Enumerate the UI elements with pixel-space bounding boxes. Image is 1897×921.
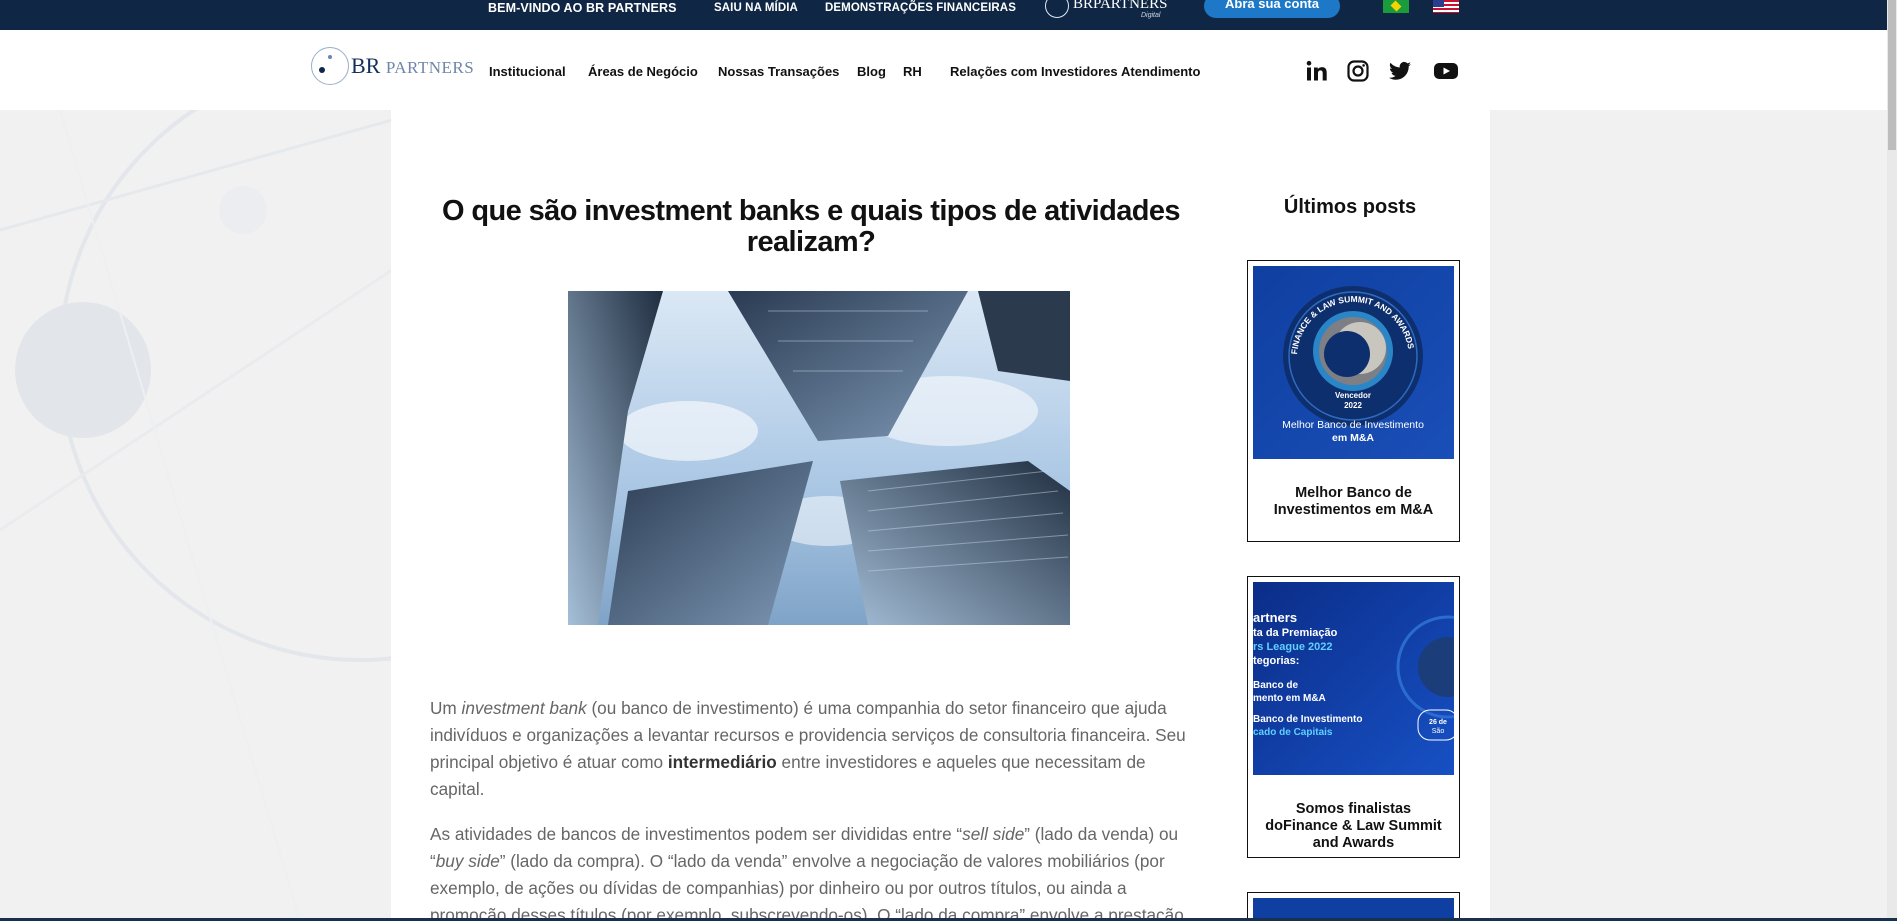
p1-bold-intermediario: intermediário bbox=[667, 752, 777, 772]
flag-brazil-icon[interactable] bbox=[1383, 0, 1409, 13]
logo-text-rest: PARTNERS bbox=[385, 58, 475, 77]
sidebar-post-card-3[interactable] bbox=[1247, 892, 1460, 921]
background-network-decoration bbox=[0, 110, 392, 921]
nav-atendimento[interactable]: Atendimento bbox=[1121, 64, 1200, 79]
logo-mark-icon bbox=[311, 47, 349, 85]
img2-line-2: rs League 2022 bbox=[1253, 641, 1333, 653]
p2-italic-buy-side: buy side bbox=[435, 851, 500, 871]
article-body: Um investment bank (ou banco de investim… bbox=[430, 695, 1200, 921]
logo-text: BR PARTNERS bbox=[351, 53, 474, 79]
digital-logo-sub: Digital bbox=[1141, 12, 1161, 19]
img2-line-1: ta da Premiação bbox=[1253, 627, 1338, 639]
p2-italic-sell-side: sell side bbox=[962, 824, 1025, 844]
sidebar-post-title-2[interactable]: Somos finalistas doFinance & Law Summit … bbox=[1258, 801, 1449, 852]
badge-winner-text: Vencedor bbox=[1335, 391, 1371, 400]
twitter-icon[interactable] bbox=[1388, 59, 1412, 83]
youtube-icon[interactable] bbox=[1433, 59, 1459, 83]
logo-text-main: BR bbox=[351, 53, 381, 78]
article-hero-image bbox=[568, 291, 1070, 625]
topbar-link-demonstracoes[interactable]: DEMONSTRAÇÕES FINANCEIRAS bbox=[825, 0, 1016, 16]
post-1-thumbnail[interactable]: FINANCE & LAW SUMMIT AND AWARDS Vencedor… bbox=[1253, 266, 1454, 459]
flag-usa-icon[interactable] bbox=[1433, 0, 1459, 13]
p2-text-a: As atividades de bancos de investimentos… bbox=[430, 824, 963, 844]
article-paragraph-2: As atividades de bancos de investimentos… bbox=[430, 821, 1200, 921]
article-title: O que são investment banks e quais tipos… bbox=[442, 195, 1181, 258]
nav-institucional[interactable]: Institucional bbox=[489, 64, 566, 79]
img2-line-9: São bbox=[1432, 728, 1445, 735]
sidebar-post-card-1[interactable]: FINANCE & LAW SUMMIT AND AWARDS Vencedor… bbox=[1247, 260, 1460, 542]
badge-year-text: 2022 bbox=[1344, 401, 1362, 410]
top-bar: BEM-VINDO AO BR PARTNERS SAIU NA MÍDIA D… bbox=[0, 0, 1897, 30]
digital-logo-mark bbox=[1045, 0, 1069, 18]
open-account-button[interactable]: Abra sua conta bbox=[1204, 0, 1340, 18]
img2-line-8: 26 de bbox=[1429, 719, 1447, 726]
main-header: BR PARTNERS Institucional Áreas de Negóc… bbox=[0, 30, 1897, 110]
br-partners-digital-logo[interactable]: BRPARTNERS Digital bbox=[1045, 0, 1175, 22]
instagram-icon[interactable] bbox=[1346, 59, 1370, 83]
welcome-text: BEM-VINDO AO BR PARTNERS bbox=[488, 1, 677, 15]
badge-line-2: em M&A bbox=[1332, 432, 1374, 444]
img2-line-3: tegorias: bbox=[1253, 655, 1299, 667]
nav-nossas-transacoes[interactable]: Nossas Transações bbox=[718, 64, 839, 79]
img2-line-7: cado de Capitais bbox=[1253, 727, 1333, 738]
article-paragraph-1: Um investment bank (ou banco de investim… bbox=[430, 695, 1200, 803]
badge-line-1: Melhor Banco de Investimento bbox=[1282, 419, 1424, 431]
nav-blog[interactable]: Blog bbox=[857, 64, 886, 79]
linkedin-icon[interactable] bbox=[1305, 59, 1329, 83]
p1-italic-investment-bank: investment bank bbox=[461, 698, 587, 718]
page-scrollbar[interactable] bbox=[1887, 0, 1897, 921]
img2-line-0: artners bbox=[1253, 610, 1297, 625]
img2-line-6: Banco de Investimento bbox=[1253, 714, 1362, 725]
sidebar-post-title-1[interactable]: Melhor Banco de Investimentos em M&A bbox=[1258, 485, 1449, 519]
nav-rh[interactable]: RH bbox=[903, 64, 922, 79]
scrollbar-thumb[interactable] bbox=[1888, 0, 1896, 150]
p2-text-e: ” (lado da compra). O “lado da venda” en… bbox=[430, 851, 1184, 921]
br-partners-logo[interactable]: BR PARTNERS bbox=[311, 47, 474, 87]
sidebar-post-card-2[interactable]: artners ta da Premiação rs League 2022 t… bbox=[1247, 576, 1460, 858]
sidebar-title: Últimos posts bbox=[1283, 196, 1417, 218]
main-content: O que são investment banks e quais tipos… bbox=[391, 110, 1490, 921]
post-2-thumbnail[interactable]: artners ta da Premiação rs League 2022 t… bbox=[1253, 582, 1454, 775]
topbar-link-midia[interactable]: SAIU NA MÍDIA bbox=[714, 0, 798, 16]
nav-areas-de-negocio[interactable]: Áreas de Negócio bbox=[588, 64, 698, 79]
img2-line-5: mento em M&A bbox=[1253, 693, 1326, 704]
img2-line-4: Banco de bbox=[1253, 680, 1298, 691]
nav-relacoes-com-investidores[interactable]: Relações com Investidores bbox=[950, 64, 1118, 79]
p1-text-a: Um bbox=[430, 698, 462, 718]
